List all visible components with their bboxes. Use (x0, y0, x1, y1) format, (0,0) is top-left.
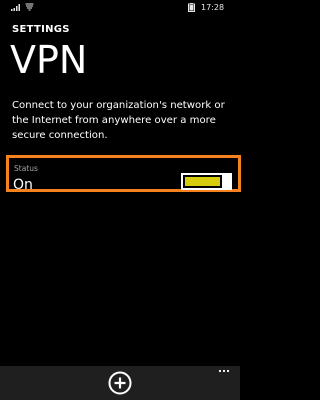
status-bar-time: 17:28 (201, 3, 225, 12)
vpn-toggle-switch[interactable] (181, 173, 232, 190)
signal-bars-icon (11, 4, 20, 11)
status-value: On (13, 177, 33, 193)
status-setting-highlight: Status On (6, 155, 241, 193)
status-bar: 17:28 (0, 0, 240, 14)
status-label: Status (14, 164, 38, 173)
section-label: SETTINGS (12, 24, 70, 35)
page-title: VPN (10, 38, 88, 82)
toggle-thumb[interactable] (224, 173, 232, 190)
wifi-icon (25, 3, 34, 11)
toggle-fill (185, 177, 220, 186)
battery-icon (188, 3, 195, 12)
more-ellipsis-icon[interactable] (214, 368, 234, 376)
app-bar (0, 366, 240, 400)
add-circle-icon[interactable] (108, 371, 132, 395)
toggle-track (181, 173, 224, 190)
vpn-description: Connect to your organization's network o… (12, 100, 225, 141)
